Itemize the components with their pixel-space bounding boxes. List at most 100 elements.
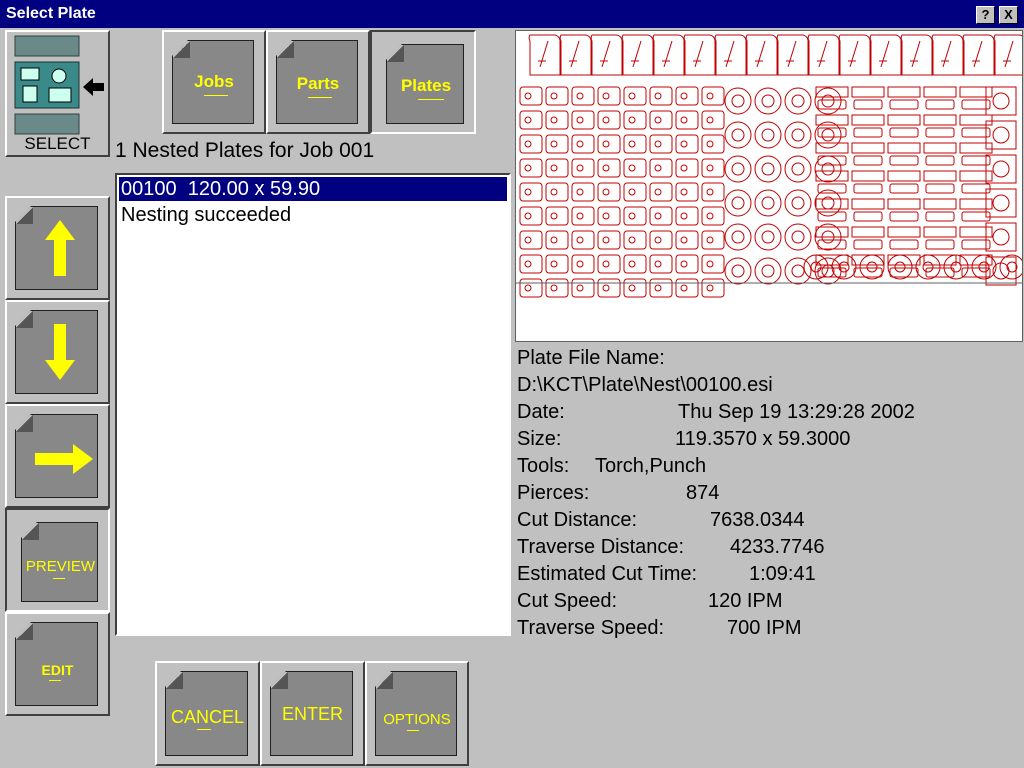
nested-part-outline <box>731 230 745 244</box>
nested-part-outline <box>745 34 778 76</box>
nested-part-outline <box>784 121 812 149</box>
nested-part-outline <box>524 260 532 268</box>
nested-part-outline <box>959 170 993 182</box>
nested-part-outline <box>889 127 919 138</box>
nested-part-outline <box>724 121 752 149</box>
nested-part-outline <box>524 116 532 124</box>
list-item[interactable]: Nesting succeeded <box>119 203 507 227</box>
hotkey-underline <box>204 95 228 96</box>
nested-part-outline <box>814 87 842 115</box>
nested-part-outline <box>602 164 610 172</box>
tab-plates[interactable]: Plates <box>370 30 476 134</box>
nested-part-outline <box>925 127 955 138</box>
nested-part-outline <box>880 40 890 68</box>
nested-part-outline <box>815 142 849 154</box>
nested-part-outline <box>791 94 805 108</box>
nested-part-outline <box>576 212 584 220</box>
cancel-button[interactable]: CANCEL <box>155 661 260 766</box>
nested-part-outline <box>706 92 714 100</box>
nested-part-outline <box>851 198 885 210</box>
help-button[interactable]: ? <box>976 6 995 24</box>
nested-part-outline <box>706 164 714 172</box>
nested-part-outline <box>784 155 812 183</box>
nested-part-outline <box>889 99 919 110</box>
nested-part-outline <box>602 140 610 148</box>
nested-part-outline <box>550 92 558 100</box>
scroll-down-button[interactable] <box>5 300 110 404</box>
tab-parts[interactable]: Parts <box>266 30 370 134</box>
nested-part-outline <box>706 140 714 148</box>
nested-part-outline <box>706 260 714 268</box>
options-button[interactable]: OPTIONS <box>365 661 469 766</box>
nested-part-outline <box>714 34 747 76</box>
pointer-arrow-icon <box>83 78 104 96</box>
nested-part-outline <box>559 34 592 76</box>
nested-part-outline <box>724 189 752 217</box>
nested-part-outline <box>524 188 532 196</box>
nested-part-outline <box>1004 40 1014 68</box>
nested-part-outline <box>550 236 558 244</box>
nested-part-outline <box>590 34 623 76</box>
nested-part-outline <box>724 257 752 285</box>
scroll-up-button[interactable] <box>5 196 110 300</box>
nested-part-outline <box>654 260 662 268</box>
est-cut-time-value: 1:09:41 <box>749 563 816 585</box>
nested-part-outline <box>550 284 558 292</box>
select-icon <box>14 35 80 135</box>
nested-part-outline <box>724 155 752 183</box>
pierces-value: 874 <box>686 482 720 504</box>
edit-button[interactable]: EDIT <box>5 612 110 716</box>
nested-part-outline <box>992 228 1010 246</box>
nested-part-outline <box>724 87 752 115</box>
nested-part-outline <box>853 239 883 250</box>
nested-part-outline <box>807 34 840 76</box>
nested-part-outline <box>680 236 688 244</box>
cut-distance-value: 7638.0344 <box>710 509 805 531</box>
nested-part-outline <box>887 86 921 98</box>
down-arrow-icon <box>45 324 75 380</box>
nested-part-outline <box>853 155 883 166</box>
nested-part-outline <box>784 189 812 217</box>
nested-part-outline <box>706 188 714 196</box>
preview-button[interactable]: PREVIEW <box>5 508 110 612</box>
nested-part-outline <box>985 188 1017 218</box>
nested-part-outline <box>959 142 993 154</box>
nested-part-outline <box>524 284 532 292</box>
nested-part-outline <box>754 87 782 115</box>
hotkey-underline <box>53 578 65 579</box>
list-item[interactable]: 00100 120.00 x 59.90 <box>119 177 507 201</box>
plate-list[interactable]: 00100 120.00 x 59.90 Nesting succeeded <box>115 173 511 636</box>
file-path: D:\KCT\Plate\Nest\00100.esi <box>517 374 773 396</box>
close-button[interactable]: X <box>999 6 1018 24</box>
nested-part-outline <box>791 264 805 278</box>
nested-part-outline <box>694 40 704 68</box>
nested-part-outline <box>524 92 532 100</box>
tools-label: Tools: <box>517 455 570 477</box>
nested-part-outline <box>923 86 957 98</box>
nested-part-outline <box>818 40 828 68</box>
plate-preview <box>515 30 1023 342</box>
nested-part-outline <box>853 211 883 222</box>
nested-part-outline <box>992 92 1010 110</box>
nested-part-outline <box>887 114 921 126</box>
tab-jobs[interactable]: Jobs <box>162 30 266 134</box>
traverse-speed-value: 700 IPM <box>727 617 802 639</box>
nested-part-outline <box>923 198 957 210</box>
move-right-button[interactable] <box>5 404 110 508</box>
traverse-distance-label: Traverse Distance: <box>517 536 685 558</box>
select-tool-button[interactable]: SELECT <box>5 30 110 157</box>
nested-part-outline <box>754 257 782 285</box>
pierces-label: Pierces: <box>517 482 590 504</box>
enter-button[interactable]: ENTER <box>260 661 365 766</box>
nested-part-outline <box>869 34 902 76</box>
nested-part-outline <box>621 34 654 76</box>
nested-part-outline <box>959 86 993 98</box>
nested-part-outline <box>628 212 636 220</box>
nested-part-outline <box>654 92 662 100</box>
nested-part-outline <box>654 188 662 196</box>
hotkey-underline <box>418 99 444 100</box>
enter-label: ENTER <box>281 704 343 724</box>
nested-part-outline <box>923 170 957 182</box>
nested-part-outline <box>628 260 636 268</box>
nested-part-outline <box>791 162 805 176</box>
